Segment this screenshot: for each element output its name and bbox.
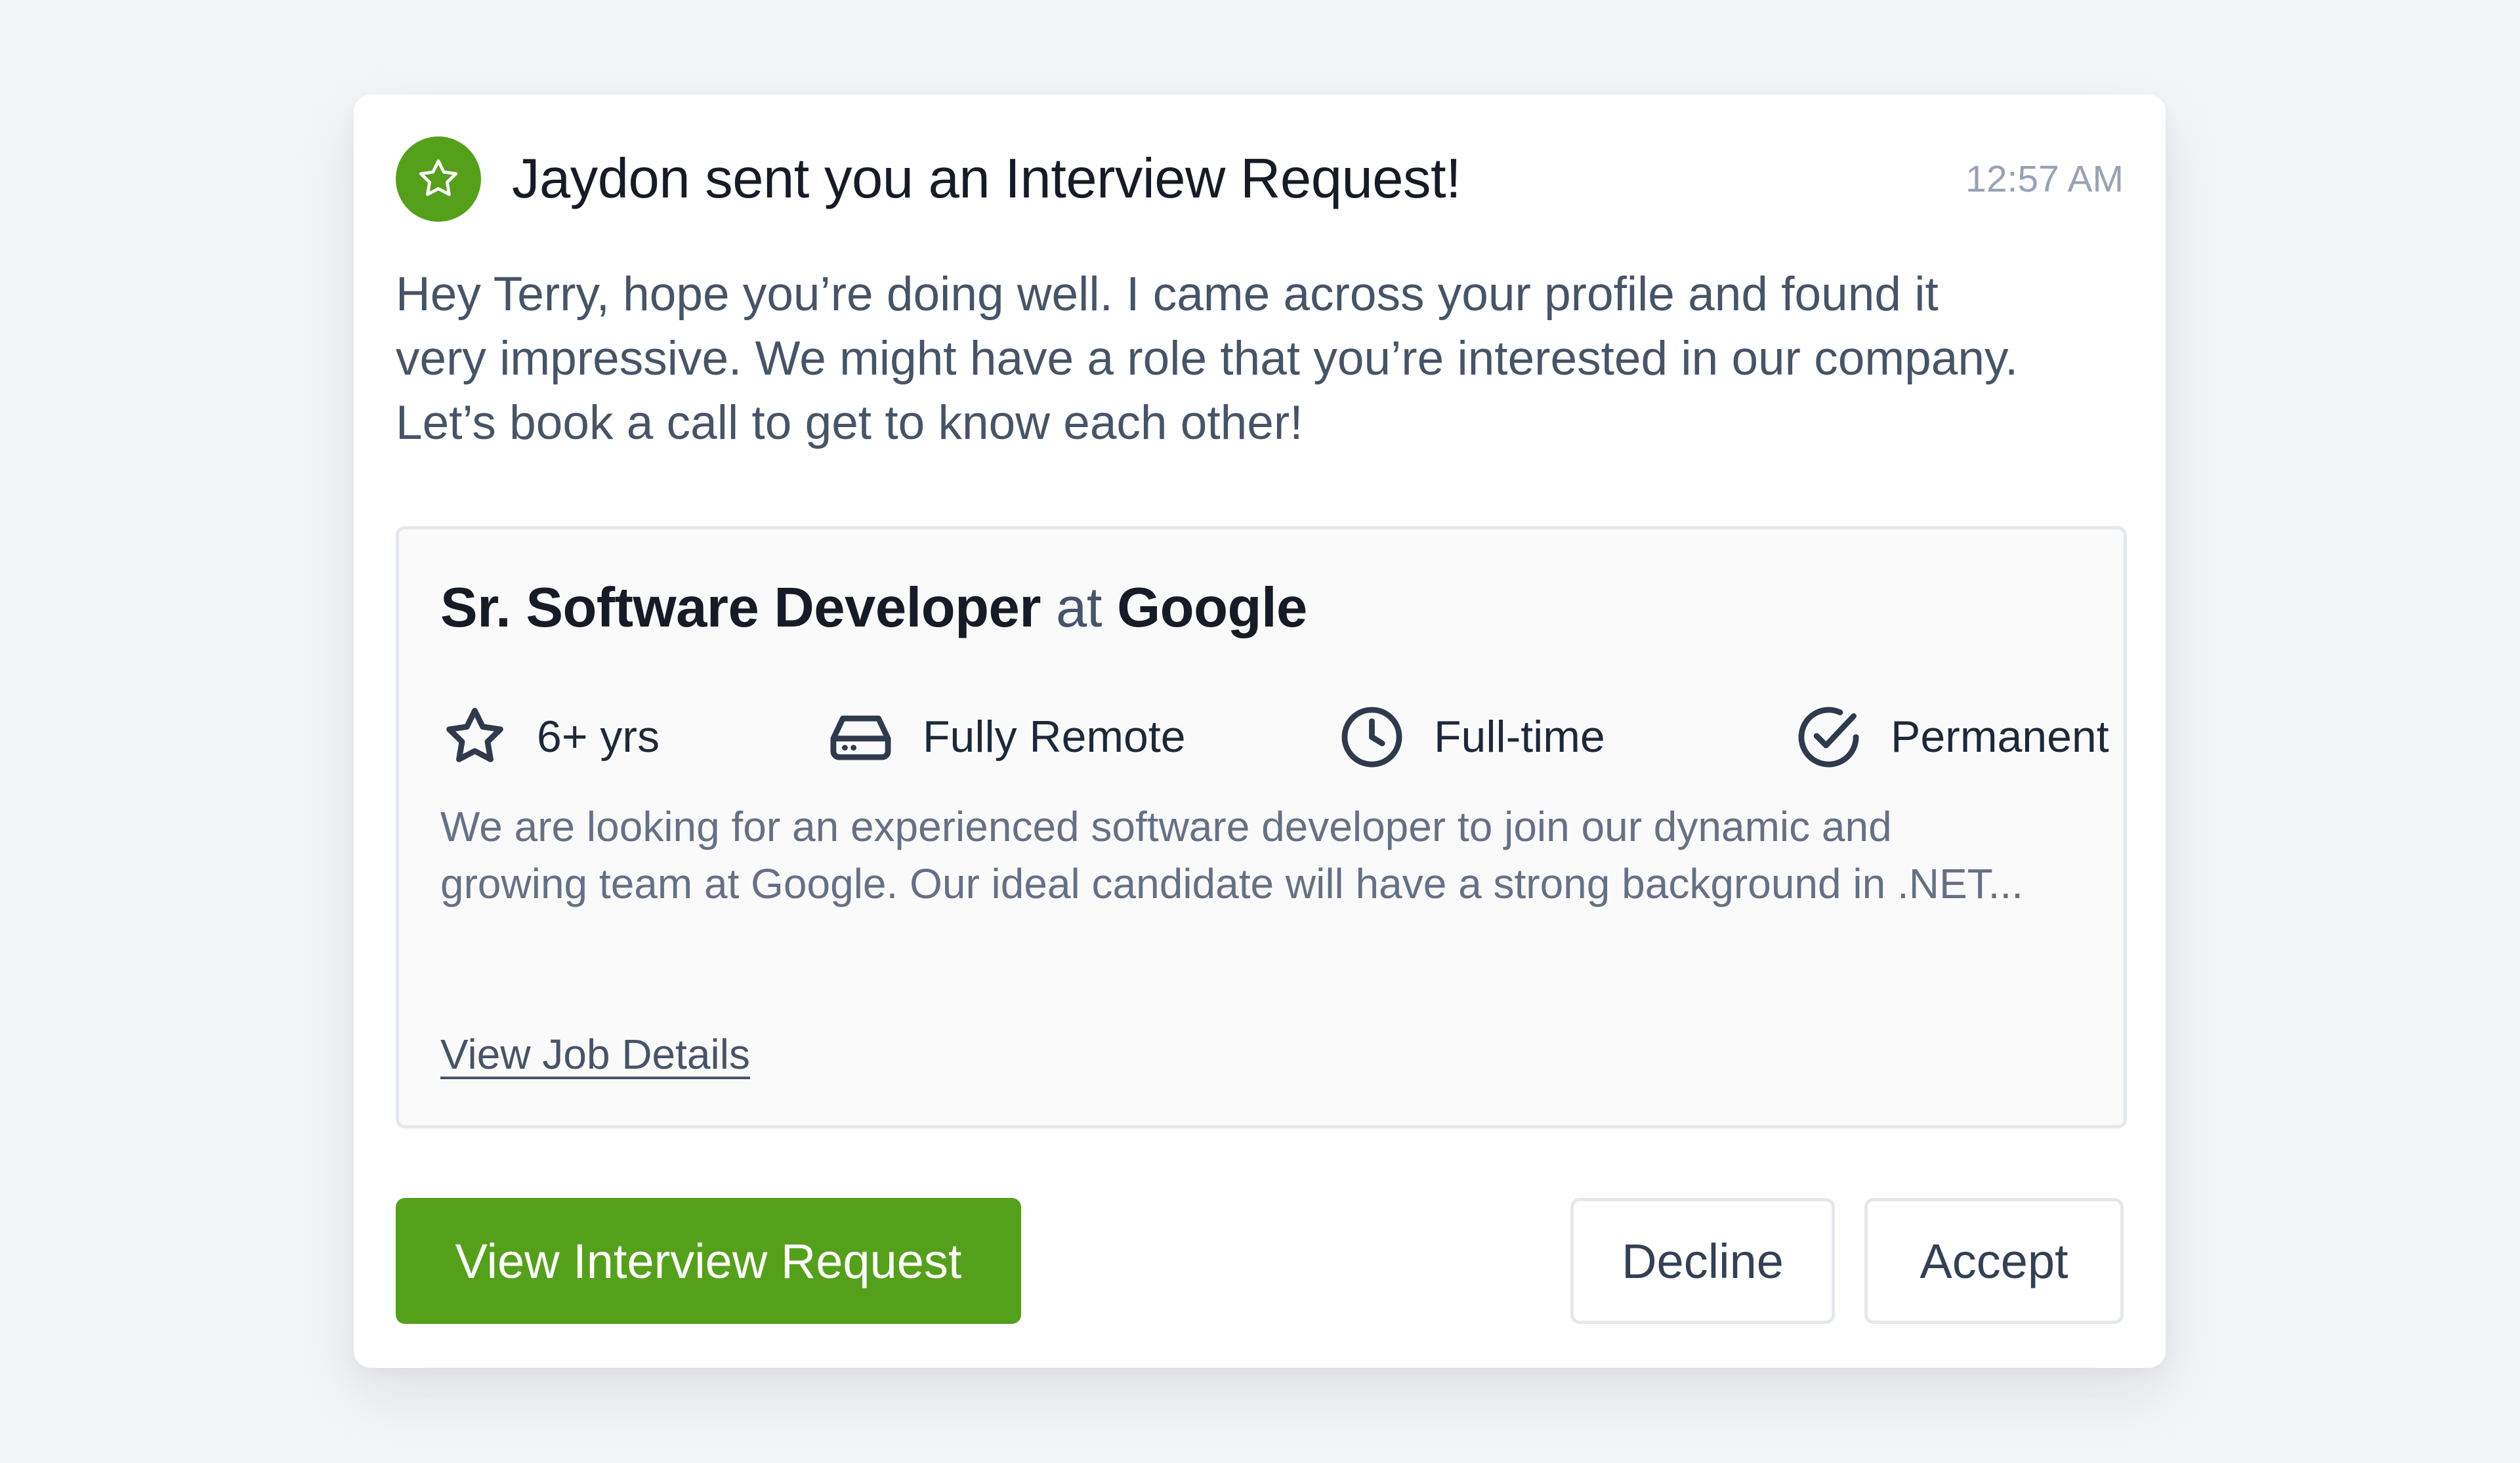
decline-button[interactable]: Decline: [1570, 1198, 1835, 1324]
job-role: Sr. Software Developer: [440, 577, 1041, 639]
job-meta-experience: 6+ yrs: [440, 697, 660, 776]
job-description: We are looking for an experienced softwa…: [440, 798, 2094, 913]
clock-icon: [1337, 703, 1406, 772]
notification-timestamp: 12:57 AM: [1965, 158, 2124, 200]
view-interview-request-button[interactable]: View Interview Request: [396, 1198, 1021, 1324]
message-line: very impressive. We might have a role th…: [396, 332, 2019, 385]
job-meta-label: 6+ yrs: [537, 712, 660, 762]
message-line: Hey Terry, hope you’re doing well. I cam…: [396, 268, 1939, 321]
job-description-line: growing team at Google. Our ideal candid…: [440, 860, 2023, 907]
job-meta-label: Full-time: [1434, 712, 1605, 762]
job-meta-label: Fully Remote: [923, 712, 1186, 762]
notification-header: Jaydon sent you an Interview Request! 12…: [396, 136, 2124, 222]
check-circle-icon: [1794, 703, 1863, 772]
hard-drive-icon: [826, 703, 895, 772]
job-description-line: We are looking for an experienced softwa…: [440, 803, 1892, 850]
job-meta-schedule: Full-time: [1337, 697, 1605, 776]
message-line: Let’s book a call to get to know each ot…: [396, 396, 1303, 449]
star-icon: [396, 136, 481, 222]
star-icon: [440, 703, 509, 772]
job-title: Sr. Software Developer at Google: [440, 569, 1307, 648]
notification-message: Hey Terry, hope you’re doing well. I cam…: [396, 262, 2128, 455]
job-company: Google: [1117, 577, 1307, 639]
job-at-word: at: [1056, 577, 1102, 639]
job-meta-label: Permanent: [1891, 712, 2109, 762]
job-meta-contract: Permanent: [1794, 697, 2109, 776]
notification-title: Jaydon sent you an Interview Request!: [512, 148, 1461, 210]
job-summary-box: Sr. Software Developer at Google 6+ yrs: [396, 526, 2127, 1128]
interview-request-card: Jaydon sent you an Interview Request! 12…: [354, 94, 2166, 1368]
job-meta-location: Fully Remote: [826, 697, 1186, 776]
view-job-details-link[interactable]: View Job Details: [440, 1028, 750, 1081]
accept-button[interactable]: Accept: [1864, 1198, 2124, 1324]
